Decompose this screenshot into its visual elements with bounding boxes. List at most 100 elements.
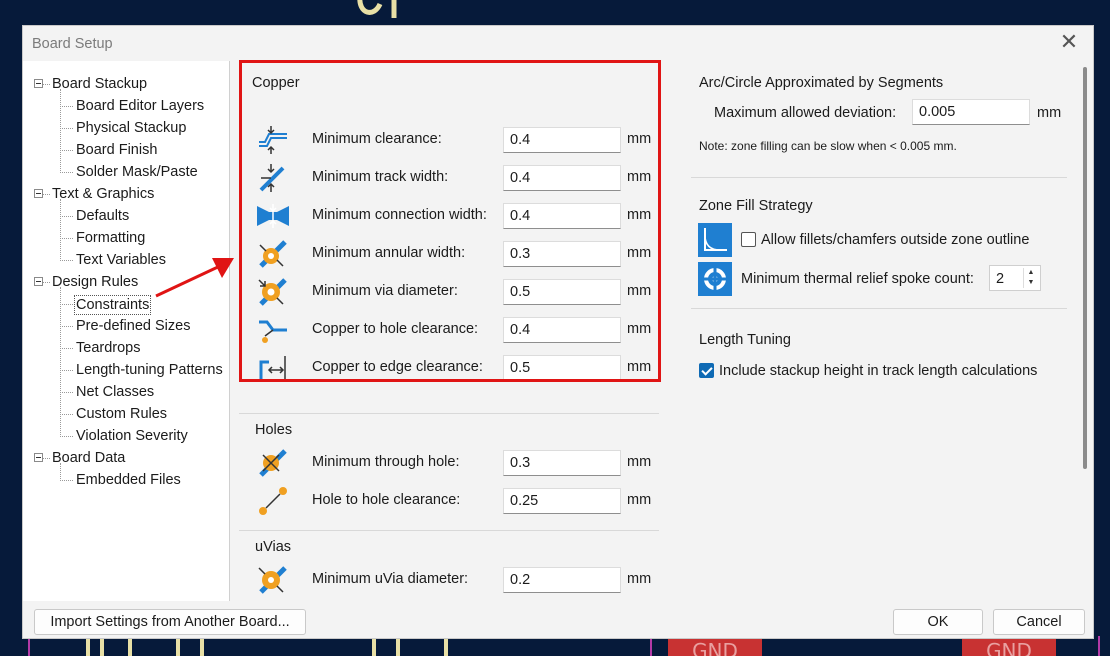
tree-item[interactable]: Solder Mask/Paste <box>76 163 198 181</box>
uvia-diameter-icon <box>258 566 287 594</box>
collapse-icon[interactable] <box>34 453 43 462</box>
min-through-hole-input[interactable] <box>503 450 621 476</box>
copper-edge-clearance-label: Copper to edge clearance: <box>312 359 483 375</box>
section-divider <box>239 530 659 531</box>
section-divider <box>239 413 659 414</box>
pcb-pin <box>86 636 90 656</box>
copper-hole-clearance-row: Copper to hole clearance: mm <box>251 314 651 346</box>
tree-connector <box>60 463 61 481</box>
import-settings-button[interactable]: Import Settings from Another Board... <box>34 609 306 635</box>
pcb-pin <box>100 636 104 656</box>
arc-section-title: Arc/Circle Approximated by Segments <box>699 75 944 91</box>
tree-item[interactable]: Board Finish <box>76 141 157 159</box>
section-divider <box>691 308 1067 309</box>
tree-item[interactable]: Length-tuning Patterns <box>76 361 223 379</box>
ok-button[interactable]: OK <box>893 609 983 635</box>
min-clearance-row: Minimum clearance: mm <box>251 124 651 156</box>
min-through-hole-row: Minimum through hole: mm <box>251 447 651 479</box>
tree-group-2[interactable]: Design Rules <box>52 273 138 291</box>
tree-group-3[interactable]: Board Data <box>52 449 125 467</box>
stackup-height-label: Include stackup height in track length c… <box>719 363 1038 379</box>
tree-group-1[interactable]: Text & Graphics <box>52 185 154 203</box>
min-via-diameter-row: Minimum via diameter: mm <box>251 276 651 308</box>
tree-item[interactable]: Defaults <box>76 207 129 225</box>
min-via-diameter-label: Minimum via diameter: <box>312 283 458 299</box>
tree-connector <box>60 199 61 261</box>
scrollbar-thumb[interactable] <box>1083 67 1087 469</box>
track-width-icon <box>259 164 285 192</box>
annular-width-icon <box>259 240 287 268</box>
section-divider <box>691 177 1067 178</box>
thermal-spoke-icon <box>698 262 732 296</box>
tree-item[interactable]: Formatting <box>76 229 145 247</box>
clearance-icon <box>259 126 287 154</box>
close-icon[interactable]: ✕ <box>1059 31 1079 53</box>
tree-connector <box>60 216 73 217</box>
tree-connector <box>60 414 73 415</box>
copper-edge-clearance-input[interactable] <box>503 355 621 381</box>
tree-connector <box>60 106 73 107</box>
tree-connector <box>43 84 50 85</box>
min-uvia-diameter-label: Minimum uVia diameter: <box>312 571 469 587</box>
stackup-height-checkbox[interactable] <box>699 363 714 378</box>
pcb-pin <box>176 636 180 656</box>
collapse-icon[interactable] <box>34 189 43 198</box>
tree-item[interactable]: Board Editor Layers <box>76 97 204 115</box>
min-clearance-label: Minimum clearance: <box>312 131 442 147</box>
hole-to-hole-clearance-input[interactable] <box>503 488 621 514</box>
board-setup-dialog: Board Setup ✕ Board Stackup Board Editor … <box>22 25 1094 639</box>
tree-item[interactable]: Embedded Files <box>76 471 181 489</box>
tree-item[interactable]: Pre-defined Sizes <box>76 317 190 335</box>
copper-edge-clearance-icon <box>259 356 286 382</box>
collapse-icon[interactable] <box>34 79 43 88</box>
title-bar: Board Setup ✕ <box>23 26 1093 62</box>
min-connection-width-row: Minimum connection width: mm <box>251 200 651 232</box>
spin-up-icon[interactable]: ▲ <box>1024 268 1038 278</box>
allow-fillets-checkbox[interactable] <box>741 232 756 247</box>
tree-item[interactable]: Constraints <box>74 295 152 315</box>
tree-item[interactable]: Net Classes <box>76 383 154 401</box>
min-clearance-input[interactable] <box>503 127 621 153</box>
min-via-diameter-input[interactable] <box>503 279 621 305</box>
uvias-section-title: uVias <box>255 539 292 555</box>
pcb-trace <box>28 636 30 656</box>
tree-connector <box>60 326 73 327</box>
copper-hole-clearance-unit: mm <box>627 321 652 337</box>
tree-item[interactable]: Teardrops <box>76 339 140 357</box>
tree-connector <box>60 238 73 239</box>
min-through-hole-label: Minimum through hole: <box>312 454 460 470</box>
min-uvia-diameter-input[interactable] <box>503 567 621 593</box>
window-title: Board Setup <box>32 36 113 52</box>
spin-down-icon[interactable]: ▼ <box>1024 278 1038 288</box>
pcb-pin <box>200 636 204 656</box>
min-uvia-diameter-row: Minimum uVia diameter: mm <box>251 564 651 596</box>
tree-connector <box>60 89 61 173</box>
tree-group-0[interactable]: Board Stackup <box>52 75 147 93</box>
pcb-pin <box>128 636 132 656</box>
spoke-count-label: Minimum thermal relief spoke count: <box>741 271 974 287</box>
min-annular-width-label: Minimum annular width: <box>312 245 466 261</box>
copper-hole-clearance-icon <box>259 320 287 343</box>
tree-item[interactable]: Violation Severity <box>76 427 188 445</box>
cancel-button[interactable]: Cancel <box>993 609 1085 635</box>
deviation-unit: mm <box>1037 105 1062 121</box>
collapse-icon[interactable] <box>34 277 43 286</box>
fillet-icon <box>698 223 732 257</box>
min-annular-width-row: Minimum annular width: mm <box>251 238 651 270</box>
min-connection-width-input[interactable] <box>503 203 621 229</box>
tree-connector <box>60 480 73 481</box>
spoke-count-spinner[interactable]: 2 ▲ ▼ <box>989 265 1041 291</box>
tree-connector <box>60 348 73 349</box>
pcb-pad-gnd: GND <box>668 638 762 656</box>
zone-section-title: Zone Fill Strategy <box>699 198 813 214</box>
copper-hole-clearance-input[interactable] <box>503 317 621 343</box>
tree-connector <box>60 150 73 151</box>
min-track-width-input[interactable] <box>503 165 621 191</box>
tree-connector <box>60 370 73 371</box>
tree-connector <box>60 172 73 173</box>
deviation-input[interactable] <box>912 99 1030 125</box>
min-annular-width-input[interactable] <box>503 241 621 267</box>
min-annular-width-unit: mm <box>627 245 652 261</box>
tree-item[interactable]: Custom Rules <box>76 405 167 423</box>
tree-item[interactable]: Physical Stackup <box>76 119 186 137</box>
